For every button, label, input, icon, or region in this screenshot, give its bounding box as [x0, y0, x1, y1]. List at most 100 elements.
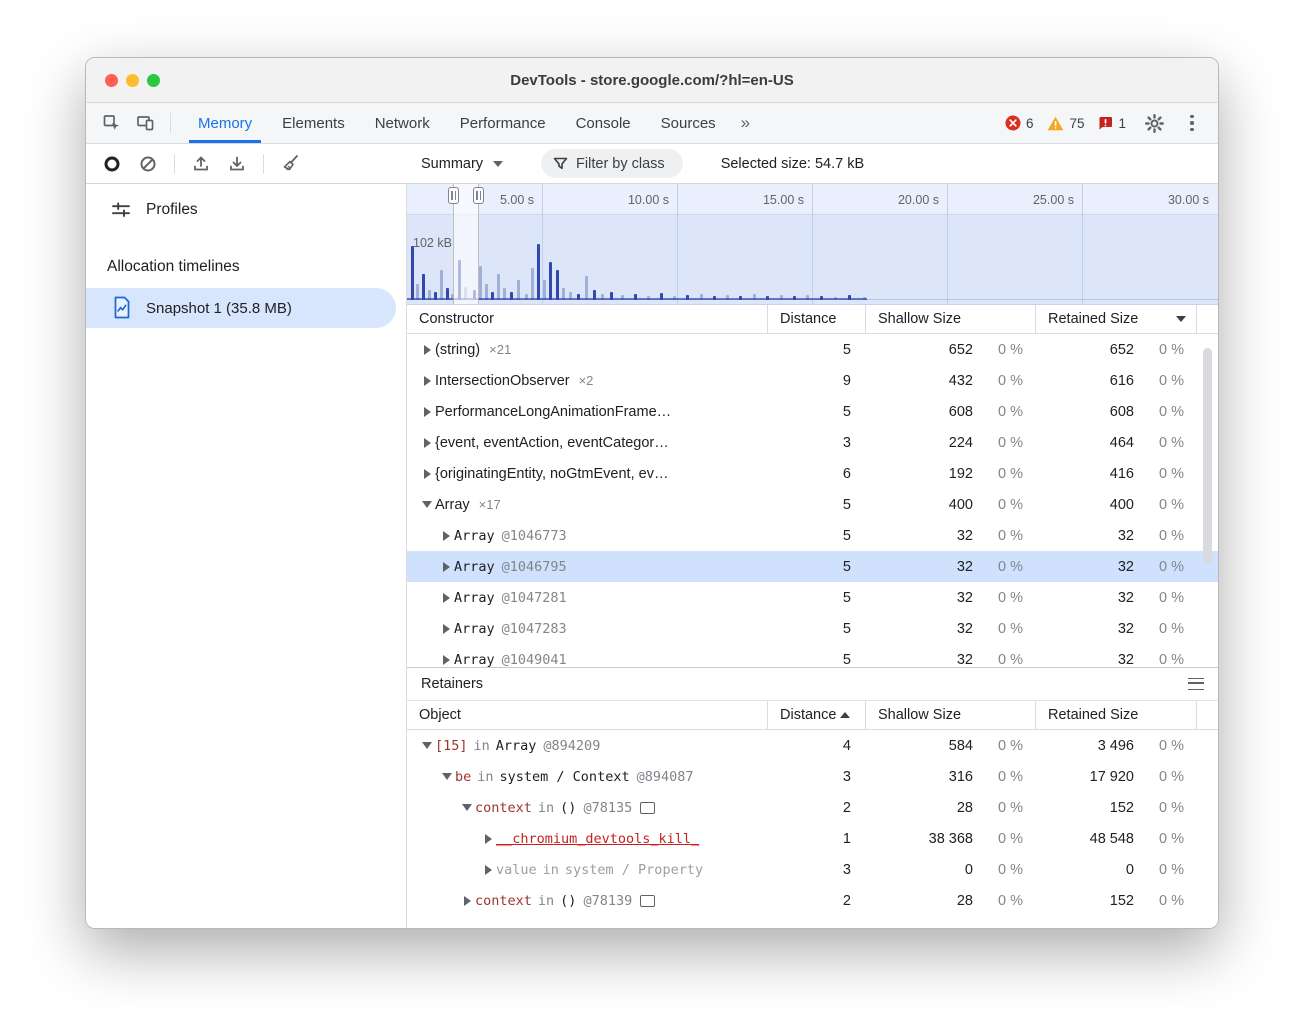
- disclosure-triangle[interactable]: [464, 896, 471, 906]
- disclosure-triangle[interactable]: [443, 531, 450, 541]
- tab-network[interactable]: Network: [360, 103, 445, 143]
- retainers-section-header: Retainers: [407, 667, 1218, 701]
- disclosure-triangle[interactable]: [424, 345, 431, 355]
- instance-count: ×2: [579, 373, 594, 388]
- table-row-array-instance[interactable]: Array@1046773 5 320 % 320 %: [407, 520, 1218, 551]
- close-window-button[interactable]: [105, 74, 118, 87]
- column-header-shallow-size[interactable]: Shallow Size: [865, 305, 1035, 333]
- disclosure-triangle[interactable]: [424, 376, 431, 386]
- tab-memory[interactable]: Memory: [183, 103, 267, 143]
- table-row-array-instance[interactable]: Array@1047283 5 320 % 320 %: [407, 613, 1218, 644]
- tab-console[interactable]: Console: [561, 103, 646, 143]
- error-count-badge[interactable]: 6: [1005, 115, 1034, 131]
- column-header-distance[interactable]: Distance: [767, 305, 865, 333]
- disclosure-triangle[interactable]: [443, 624, 450, 634]
- table-row[interactable]: (string)×21 5 6520 % 6520 %: [407, 334, 1218, 365]
- distance-value: 3: [767, 761, 865, 792]
- minimize-window-button[interactable]: [126, 74, 139, 87]
- disclosure-triangle[interactable]: [443, 562, 450, 572]
- column-header-distance[interactable]: Distance: [767, 701, 865, 729]
- retainer-link[interactable]: __chromium_devtools_kill_: [496, 831, 699, 847]
- selection-right-handle[interactable]: [473, 187, 484, 204]
- distance-value: 3: [767, 427, 865, 458]
- retainers-table-header: Object Distance Shallow Size Retained Si…: [407, 701, 1218, 730]
- device-toolbar-icon[interactable]: [132, 109, 160, 137]
- disclosure-triangle[interactable]: [424, 407, 431, 417]
- disclosure-triangle[interactable]: [422, 501, 432, 508]
- load-profile-icon[interactable]: [187, 150, 215, 178]
- column-header-object[interactable]: Object: [407, 701, 767, 729]
- disclosure-triangle[interactable]: [424, 469, 431, 479]
- titlebar: DevTools - store.google.com/?hl=en-US: [86, 58, 1218, 103]
- disclosure-triangle[interactable]: [442, 773, 452, 780]
- table-row-array-instance[interactable]: Array@1047281 5 320 % 320 %: [407, 582, 1218, 613]
- retainer-row[interactable]: [15]inArray@894209 4 5840 % 3 4960 %: [407, 730, 1218, 761]
- zoom-window-button[interactable]: [147, 74, 160, 87]
- retainer-row[interactable]: beinsystem / Context@894087 3 3160 % 17 …: [407, 761, 1218, 792]
- retainers-title: Retainers: [421, 676, 483, 692]
- disclosure-triangle[interactable]: [422, 742, 432, 749]
- table-row[interactable]: IntersectionObserver×2 9 4320 % 6160 %: [407, 365, 1218, 396]
- sort-descending-icon: [1176, 316, 1186, 322]
- selection-left-handle[interactable]: [448, 187, 459, 204]
- filter-funnel-icon: [553, 157, 568, 171]
- settings-gear-icon[interactable]: [1140, 109, 1168, 137]
- class-filter-input[interactable]: Filter by class: [541, 149, 683, 178]
- disclosure-triangle[interactable]: [443, 655, 450, 665]
- disclosure-triangle[interactable]: [462, 804, 472, 811]
- column-header-retained-size[interactable]: Retained Size: [1035, 701, 1196, 729]
- table-row-array-group[interactable]: Array×17 5 4000 % 4000 %: [407, 489, 1218, 520]
- profiles-label: Profiles: [146, 201, 198, 219]
- memory-toolbar: Summary Filter by class Selected size: 5…: [86, 144, 1218, 184]
- issue-icon: [1098, 116, 1113, 130]
- retainers-menu-icon[interactable]: [1188, 678, 1204, 690]
- disclosure-triangle[interactable]: [424, 438, 431, 448]
- table-row-array-instance-selected[interactable]: Array@1046795 5 320 % 320 %: [407, 551, 1218, 582]
- constructor-name: IntersectionObserver: [435, 373, 570, 389]
- table-row-array-instance[interactable]: Array@1049041 5 320 % 320 %: [407, 644, 1218, 667]
- disclosure-triangle[interactable]: [485, 834, 492, 844]
- inspect-element-icon[interactable]: [98, 109, 126, 137]
- devtools-tabbar: Memory Elements Network Performance Cons…: [86, 103, 1218, 144]
- table-row[interactable]: {originatingEntity, noGtmEvent, ev… 6 19…: [407, 458, 1218, 489]
- retainer-row[interactable]: __chromium_devtools_kill_ 1 38 3680 % 48…: [407, 823, 1218, 854]
- divider: [170, 113, 171, 133]
- source-location-icon[interactable]: [640, 895, 655, 907]
- sidebar-item-snapshot-1[interactable]: Snapshot 1 (35.8 MB): [86, 288, 396, 328]
- constructor-name: (string): [435, 342, 480, 358]
- column-header-shallow-size[interactable]: Shallow Size: [865, 701, 1035, 729]
- more-tabs-chevron-icon[interactable]: »: [731, 103, 760, 143]
- error-count: 6: [1026, 116, 1034, 131]
- more-options-icon[interactable]: [1182, 115, 1202, 132]
- object-id: @1049041: [502, 652, 567, 668]
- table-row[interactable]: PerformanceLongAnimationFrame… 5 6080 % …: [407, 396, 1218, 427]
- column-header-retained-size[interactable]: Retained Size: [1035, 305, 1196, 333]
- vertical-scrollbar[interactable]: [1203, 348, 1212, 563]
- divider: [263, 154, 264, 174]
- filter-placeholder: Filter by class: [576, 156, 665, 172]
- source-location-icon[interactable]: [640, 802, 655, 814]
- clear-profiles-icon[interactable]: [134, 150, 162, 178]
- disclosure-triangle[interactable]: [485, 865, 492, 875]
- clear-all-broom-icon[interactable]: [276, 150, 304, 178]
- timeline-selection-window[interactable]: [453, 184, 479, 304]
- distance-value: 2: [767, 885, 865, 916]
- warning-count-badge[interactable]: 75: [1047, 116, 1084, 131]
- retainer-row[interactable]: contextin()@78139 2 280 % 1520 %: [407, 885, 1218, 916]
- tab-performance[interactable]: Performance: [445, 103, 561, 143]
- save-profile-icon[interactable]: [223, 150, 251, 178]
- table-row[interactable]: {event, eventAction, eventCategor… 3 224…: [407, 427, 1218, 458]
- record-heap-icon[interactable]: [98, 150, 126, 178]
- allocation-timeline-overview[interactable]: 5.00 s 10.00 s 15.00 s 20.00 s 25.00 s 3…: [407, 184, 1218, 305]
- tab-elements[interactable]: Elements: [267, 103, 360, 143]
- column-header-constructor[interactable]: Constructor: [407, 305, 767, 333]
- disclosure-triangle[interactable]: [443, 593, 450, 603]
- object-id: @894209: [543, 738, 600, 754]
- retainer-row[interactable]: contextin()@78135 2 280 % 1520 %: [407, 792, 1218, 823]
- perspective-select[interactable]: Summary: [421, 156, 503, 172]
- tab-sources[interactable]: Sources: [646, 103, 731, 143]
- panel-tabs: Memory Elements Network Performance Cons…: [183, 103, 760, 143]
- issue-count-badge[interactable]: 1: [1098, 116, 1126, 131]
- profiles-sidebar: Profiles Allocation timelines Snapshot 1…: [86, 184, 407, 928]
- retainer-row[interactable]: valueinsystem / Property 3 00 % 00 %: [407, 854, 1218, 885]
